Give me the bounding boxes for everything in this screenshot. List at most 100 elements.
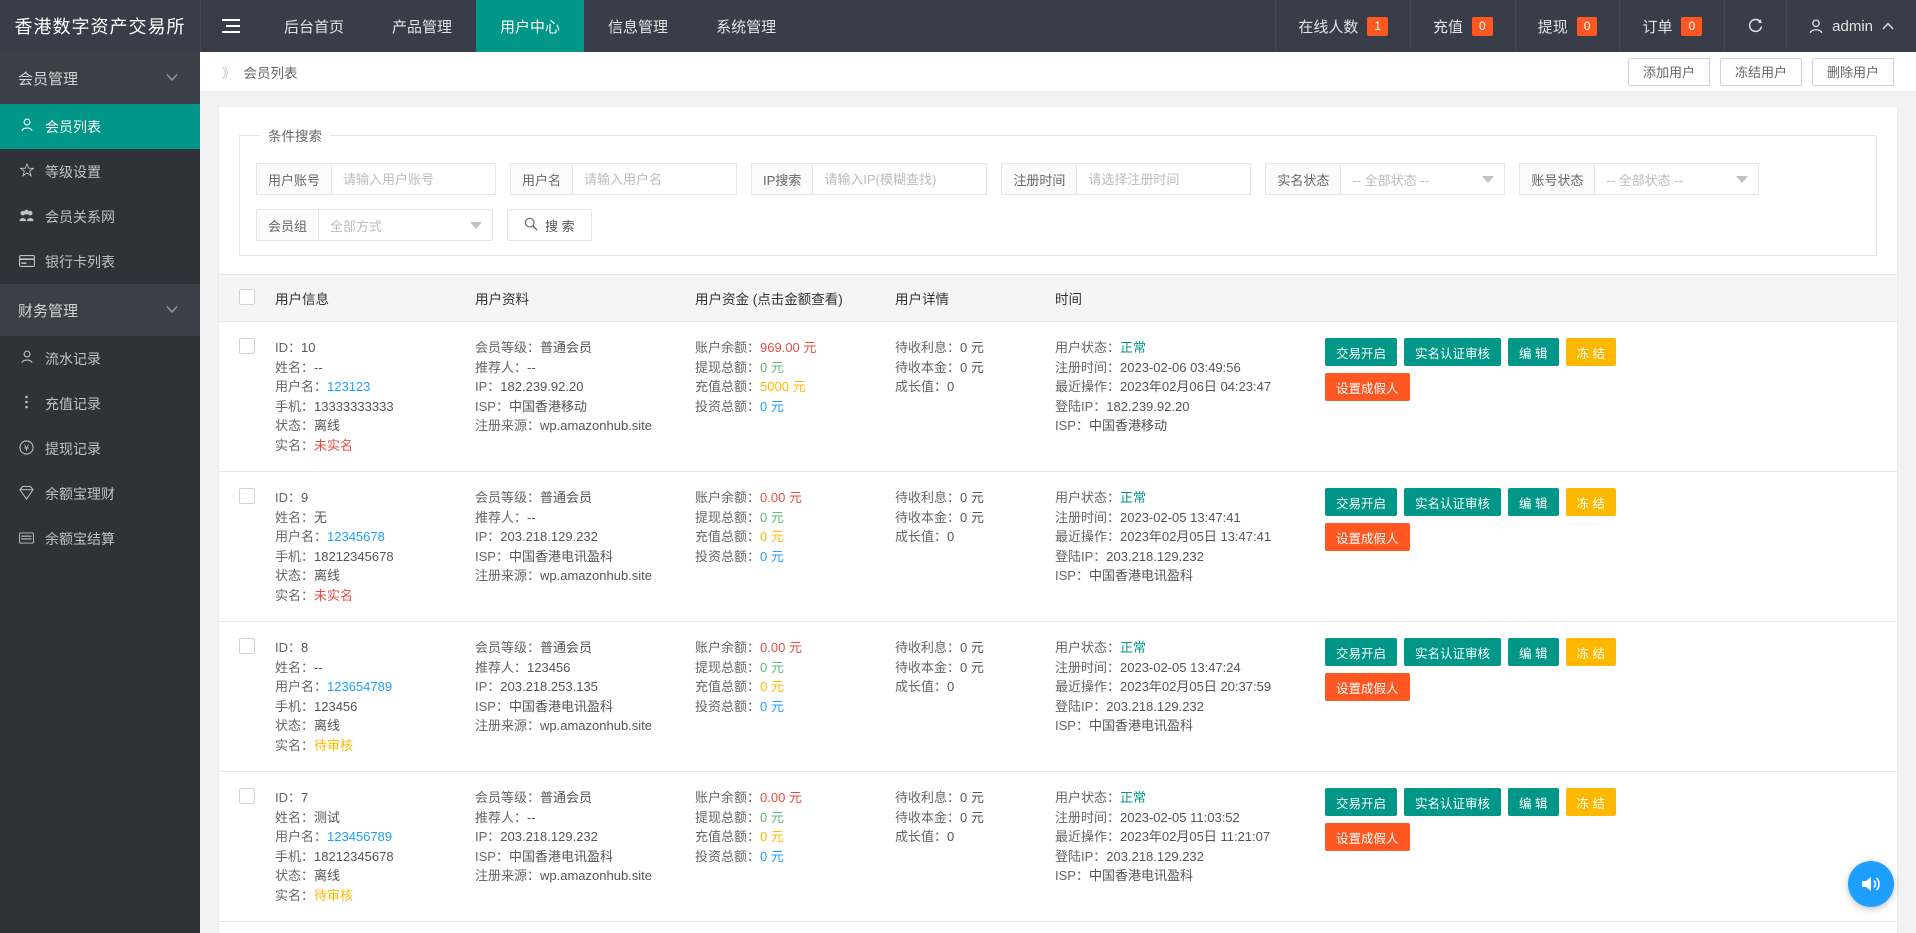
freeze-button[interactable]: 冻 结 bbox=[1565, 338, 1616, 366]
ip-search-input[interactable] bbox=[812, 163, 988, 195]
row-checkbox[interactable] bbox=[239, 638, 255, 654]
app-root: 香港数字资产交易所 后台首页 产品管理 用户中心 信息管理 系统管理 在线人数 … bbox=[0, 0, 1916, 933]
member-group-select[interactable]: 全部方式 bbox=[318, 209, 494, 241]
stat-order[interactable]: 订单 0 bbox=[1619, 0, 1724, 52]
trade-open-button[interactable]: 交易开启 bbox=[1325, 788, 1398, 816]
user-menu[interactable]: admin bbox=[1786, 0, 1916, 52]
select-all-checkbox[interactable] bbox=[239, 288, 255, 305]
row-checkbox[interactable] bbox=[239, 788, 255, 804]
cell-value: 0 元 bbox=[760, 359, 784, 375]
realname-status-select[interactable]: -- 全部状态 -- bbox=[1340, 163, 1506, 195]
stat-online-badge: 1 bbox=[1367, 16, 1389, 36]
cell-label: 手机： bbox=[275, 848, 315, 864]
freeze-user-button[interactable]: 冻结用户 bbox=[1719, 57, 1802, 86]
sidebar-item-relation-network[interactable]: 会员关系网 bbox=[0, 194, 200, 239]
username-link[interactable]: 123456789 bbox=[327, 829, 392, 844]
username-link[interactable]: 123654789 bbox=[327, 679, 392, 694]
sidebar-item-yuebao-finance[interactable]: 余额宝理财 bbox=[0, 471, 200, 516]
edit-button[interactable]: 编 辑 bbox=[1508, 488, 1559, 516]
sidebar-item-recharge-records-label: 充值记录 bbox=[45, 395, 101, 412]
edit-button[interactable]: 编 辑 bbox=[1508, 638, 1559, 666]
cell-value: 2023年02月05日 11:21:07 bbox=[1120, 829, 1271, 844]
sidebar-item-bankcard-list[interactable]: 银行卡列表 bbox=[0, 239, 200, 284]
edit-button[interactable]: 编 辑 bbox=[1508, 788, 1559, 816]
field-user-name: 用户名 bbox=[510, 163, 738, 195]
topnav-item-0[interactable]: 后台首页 bbox=[260, 0, 368, 52]
sidebar-item-withdraw-records[interactable]: ¥ 提现记录 bbox=[0, 426, 200, 471]
cell-label: 成长值： bbox=[895, 529, 948, 544]
stat-recharge[interactable]: 充值 0 bbox=[1410, 0, 1515, 52]
table-row: ID：10 姓名：-- 用户名：123123 手机：13333333333 状态：离线实… bbox=[219, 321, 1897, 472]
sidebar-item-yuebao-settlement[interactable]: 余额宝结算 bbox=[0, 516, 200, 561]
topnav-item-4[interactable]: 系统管理 bbox=[692, 0, 800, 52]
freeze-button[interactable]: 冻 结 bbox=[1565, 638, 1616, 666]
sidebar-group-finance[interactable]: 财务管理 bbox=[0, 284, 200, 336]
sidebar-item-recharge-records[interactable]: 充值记录 bbox=[0, 381, 200, 426]
trade-open-button[interactable]: 交易开启 bbox=[1325, 488, 1398, 516]
realname-audit-button[interactable]: 实名认证审核 bbox=[1404, 638, 1502, 666]
freeze-button[interactable]: 冻 结 bbox=[1565, 788, 1616, 816]
set-fake-user-button[interactable]: 设置成假人 bbox=[1325, 673, 1410, 701]
cell-value: 测试 bbox=[314, 809, 341, 825]
cell-line: 充值总额：0 元 bbox=[695, 677, 875, 697]
sidebar-item-member-list[interactable]: 会员列表 bbox=[0, 104, 200, 149]
set-fake-user-button[interactable]: 设置成假人 bbox=[1325, 523, 1410, 551]
realname-audit-button[interactable]: 实名认证审核 bbox=[1404, 338, 1502, 366]
menu-icon[interactable] bbox=[200, 0, 260, 52]
cell-value: 10 bbox=[301, 340, 316, 355]
cell-value: 8 bbox=[301, 640, 309, 655]
cell-line: ISP：中国香港电讯盈科 bbox=[1055, 716, 1305, 736]
field-user-name-label: 用户名 bbox=[510, 163, 573, 195]
row-checkbox[interactable] bbox=[239, 338, 255, 354]
edit-button[interactable]: 编 辑 bbox=[1508, 338, 1559, 366]
cell-label: 登陆IP： bbox=[1055, 848, 1107, 864]
cell-value: 0 bbox=[947, 679, 955, 694]
register-time-input[interactable] bbox=[1076, 163, 1252, 195]
topnav-item-3[interactable]: 信息管理 bbox=[584, 0, 692, 52]
cell-line: 账户余额：0.00 元 bbox=[695, 488, 875, 508]
stat-online[interactable]: 在线人数 1 bbox=[1275, 0, 1410, 52]
user-icon bbox=[1809, 18, 1823, 33]
user-account-input[interactable] bbox=[331, 163, 497, 195]
sidebar-item-level-settings[interactable]: 等级设置 bbox=[0, 149, 200, 194]
td-user-info: ID：9 姓名：无 用户名：12345678 手机：18212345678 状态：离线实… bbox=[265, 471, 465, 622]
cell-label: 投资总额： bbox=[695, 848, 761, 864]
search-button-label: 搜 索 bbox=[545, 218, 575, 234]
stat-withdraw[interactable]: 提现 0 bbox=[1514, 0, 1620, 52]
cell-label: 推荐人： bbox=[475, 809, 528, 825]
account-status-select[interactable]: -- 全部状态 -- bbox=[1594, 163, 1760, 195]
sidebar-item-flow-records-label: 流水记录 bbox=[45, 350, 101, 367]
top-nav: 后台首页 产品管理 用户中心 信息管理 系统管理 bbox=[260, 0, 800, 52]
cell-value: 中国香港电讯盈科 bbox=[1088, 868, 1193, 883]
cell-line: 姓名：测试 bbox=[275, 808, 455, 828]
sidebar-group-member[interactable]: 会员管理 bbox=[0, 52, 200, 104]
freeze-button[interactable]: 冻 结 bbox=[1565, 488, 1616, 516]
topnav-item-2[interactable]: 用户中心 bbox=[476, 0, 585, 52]
user-icon bbox=[18, 350, 35, 367]
set-fake-user-button[interactable]: 设置成假人 bbox=[1325, 823, 1410, 851]
cell-label: ISP： bbox=[475, 398, 509, 414]
add-user-button[interactable]: 添加用户 bbox=[1627, 57, 1710, 86]
set-fake-user-button[interactable]: 设置成假人 bbox=[1325, 373, 1410, 401]
sound-icon[interactable] bbox=[1848, 861, 1894, 907]
username-link[interactable]: 12345678 bbox=[327, 529, 385, 544]
delete-user-button[interactable]: 删除用户 bbox=[1811, 57, 1894, 86]
cell-label: 注册来源： bbox=[475, 568, 541, 583]
search-button[interactable]: 搜 索 bbox=[507, 209, 592, 241]
topnav-item-1[interactable]: 产品管理 bbox=[368, 0, 476, 52]
td-user-data: 会员等级：普通会员 推荐人：-- IP：203.218.129.232 ISP：中国香… bbox=[465, 471, 685, 622]
username-link[interactable]: 123123 bbox=[327, 379, 370, 394]
realname-audit-button[interactable]: 实名认证审核 bbox=[1404, 488, 1502, 516]
refresh-icon[interactable] bbox=[1724, 0, 1786, 52]
trade-open-button[interactable]: 交易开启 bbox=[1325, 638, 1398, 666]
sidebar-item-flow-records[interactable]: 流水记录 bbox=[0, 336, 200, 381]
realname-audit-button[interactable]: 实名认证审核 bbox=[1404, 788, 1502, 816]
chevron-down-icon bbox=[166, 72, 178, 84]
user-name-input[interactable] bbox=[572, 163, 738, 195]
cell-label: 会员等级： bbox=[475, 640, 541, 655]
row-checkbox[interactable] bbox=[239, 488, 255, 504]
field-realname-status: 实名状态 -- 全部状态 -- bbox=[1265, 163, 1506, 195]
trade-open-button[interactable]: 交易开启 bbox=[1325, 338, 1398, 366]
cell-line: ISP：中国香港移动 bbox=[1055, 416, 1305, 436]
cell-label: 姓名： bbox=[275, 509, 315, 525]
